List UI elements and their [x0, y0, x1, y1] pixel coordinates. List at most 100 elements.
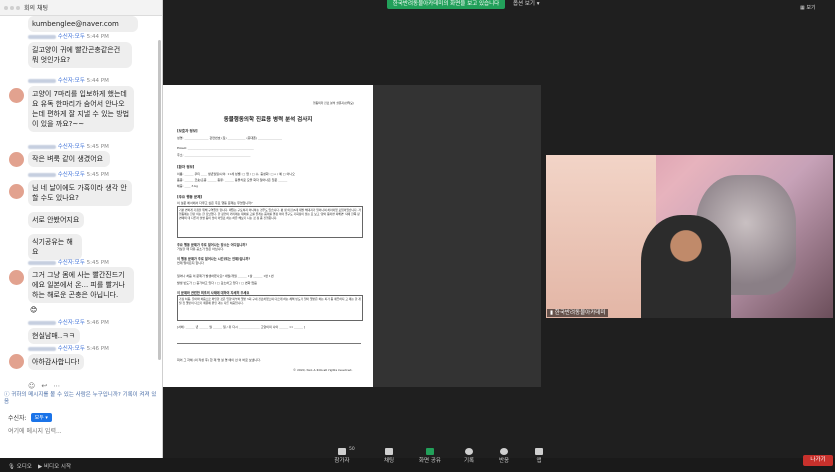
chevron-down-icon: ▾	[45, 415, 48, 421]
grid-icon: ▦	[800, 5, 805, 11]
participant-name: 한국반려동물아카데미	[554, 310, 606, 316]
patient-name-line: 이름: ______ 쿠티 ____ 생년월일/나이: 11세 성별: □ 암 …	[177, 172, 295, 176]
message-time: 5:45 PM	[86, 144, 109, 150]
message-meta: 수신자:모두 5:45 PM	[28, 142, 109, 150]
chat-message-list[interactable]: kumbenglee@naver.com 수신자:모두 5:44 PM 길고양이…	[0, 16, 162, 392]
recipient: 수신자:모두	[57, 144, 85, 150]
recipient-row: 수신자: 모두 ▾	[8, 413, 52, 422]
chat-tools: ☺ ↩ ⋯	[28, 382, 60, 390]
share-screen-label: 화면 공유	[419, 458, 441, 464]
message-meta: 수신자:모두 5:45 PM	[28, 170, 109, 178]
message-bubble: 님 네 날이에도 가혹이라 생각 안 할 수도 있나요?	[28, 180, 132, 206]
participants-button[interactable]: 참가자 50	[325, 447, 359, 464]
avatar	[9, 270, 24, 285]
message-meta: 수신자:모두 5:46 PM	[28, 318, 109, 326]
reactions-label: 반응	[498, 458, 510, 464]
message-meta: 수신자:모두 5:46 PM	[28, 344, 109, 352]
audio-label: 오디오	[16, 464, 32, 470]
sender-name	[28, 260, 56, 265]
recipient-dropdown[interactable]: 모두 ▾	[30, 413, 52, 422]
leave-button[interactable]: 나가기	[803, 455, 833, 466]
record-label: 기록	[463, 458, 475, 464]
owner-name-line: 성명: ________________ 관련번호 (집) __________…	[177, 136, 283, 140]
apps-label: 앱	[536, 458, 542, 464]
record-button[interactable]: 기록	[452, 448, 486, 464]
problem-answer: 기분 변하게 기침을 위해 구역질을 합니다. 패밀는 구토하지 아니하는 경우…	[179, 208, 361, 220]
chat-button[interactable]: 채팅	[372, 448, 406, 464]
recipient: 수신자:모두	[57, 346, 85, 352]
share-screen-icon	[426, 448, 434, 455]
recipient: 수신자:모두	[57, 260, 85, 266]
message-meta: 수신자:모두 5:44 PM	[28, 76, 109, 84]
message-bubble: 작은 벼룩 같이 생겼어요	[28, 151, 110, 167]
video-background	[546, 155, 656, 318]
chat-title: 회의 채팅	[24, 5, 48, 12]
message-bubble: 서로 안봤어지요	[28, 212, 84, 228]
avatar	[9, 88, 24, 103]
chat-message-input[interactable]	[8, 425, 154, 437]
chevron-down-icon: ▾	[536, 1, 540, 7]
address-line: 주소: ____________________________________…	[177, 153, 251, 157]
zoom-dot[interactable]	[16, 5, 20, 10]
recipient: 수신자:모두	[57, 320, 85, 326]
sender-name	[28, 172, 56, 177]
video-start-button[interactable]: ▶ 비디오 시작	[38, 462, 71, 470]
breed-line: 품종: ______ 코숏/혼종 ______ 종류: ______ 동물치료 …	[177, 178, 288, 182]
view-options-button[interactable]: 옵션 보기 ▾	[513, 0, 540, 9]
document-title: 동물행동의학 진료용 병력 분석 검사지	[223, 117, 313, 123]
problem-question: 이 설문 에서에서 다루고 싶은 주요 행동 문제는 무엇입니까?	[177, 201, 253, 205]
message-time: 5:45 PM	[86, 172, 109, 178]
first-case-answer: 가장 처음, 들어와 처음으로 확인한 것은 입양 피부하 몇번 5회 구내 진…	[179, 297, 361, 305]
audio-button[interactable]: 🎙 오디오	[8, 462, 32, 470]
more-icon[interactable]: ⋯	[53, 382, 60, 390]
sender-name	[28, 78, 56, 83]
shared-document: 행동의학 진료 분석 설문지(반려묘) 동물행동의학 진료용 병력 분석 검사지…	[163, 85, 373, 387]
screen-share-banner: 한국반려동물아카데미의 화면을 보고 있습니다	[387, 0, 505, 9]
participant-video	[641, 215, 731, 318]
participants-count: 50	[349, 447, 355, 452]
view-label: 보기	[806, 5, 816, 11]
message-time: 5:44 PM	[86, 78, 109, 84]
avatar	[9, 184, 24, 199]
close-dot[interactable]	[4, 5, 8, 10]
message-bubble: 고양이 7마리를 입보하게 했는데요 유독 한마리가 숨어서 안나오는데 편하게…	[28, 86, 134, 132]
info-icon: ⓘ	[4, 392, 10, 398]
problem-answer-box: 기분 변하게 기침을 위해 구역질을 합니다. 패밀는 구토하지 아니하는 경우…	[177, 206, 363, 238]
chat-panel: 회의 채팅 kumbenglee@naver.com 수신자:모두 5:44 P…	[0, 0, 163, 458]
patient-section: [환자 정보]	[177, 165, 195, 169]
question-onset: 일어나 처음 이 문제가 발생하였나요? 세월/개월 ______ 1살 ___…	[177, 274, 274, 278]
minimize-dot[interactable]	[10, 5, 14, 10]
frequency-line: 발생 빈도가 □ 증가하고 있다 / □ 감소하고 있다 / □ 변화 없음	[177, 281, 257, 285]
message-time: 5:46 PM	[86, 346, 109, 352]
apps-button[interactable]: 앱	[522, 448, 556, 464]
visibility-warning: ⓘ 귀하의 메시지를 볼 수 있는 사람은 누구입니까? 기록이 켜져 있음	[4, 392, 158, 406]
reply-icon[interactable]: ↩	[41, 382, 47, 390]
reaction-icon[interactable]: ☺	[28, 382, 35, 390]
microphone-icon: 🎙	[8, 464, 15, 470]
message-time: 5:46 PM	[86, 320, 109, 326]
message-time: 5:45 PM	[86, 260, 109, 266]
weight-line: 체중: ____ 3 kg	[177, 184, 199, 188]
message-bubble: 현실남매..ㅋㅋ	[28, 328, 80, 344]
apps-icon	[535, 448, 543, 455]
recipient: 수신자:모두	[57, 78, 85, 84]
recipient-value: 모두	[34, 415, 44, 421]
signal-icon: ▮	[550, 310, 554, 316]
shared-screen-background	[373, 85, 541, 387]
message-bubble: 그거 그냥 몸에 사는 빨간진드기에요 일본에서 온... 피를 빨거나 하는 …	[28, 267, 134, 303]
email-line: Email: _________________________________…	[177, 146, 254, 150]
video-tile[interactable]	[546, 155, 833, 318]
recipient-label: 수신자:	[8, 415, 27, 422]
smile-icon	[500, 448, 508, 455]
sender-name	[28, 144, 56, 149]
chat-scrollbar[interactable]	[158, 40, 161, 360]
share-screen-button[interactable]: 화면 공유	[413, 448, 447, 464]
warning-text: 귀하의 메시지를 볼 수 있는 사람은 누구입니까? 기록이 켜져 있음	[4, 392, 157, 405]
reactions-button[interactable]: 반응	[487, 448, 521, 464]
document-header: 행동의학 진료 분석 설문지(반려묘)	[313, 101, 354, 105]
sender-name	[28, 320, 56, 325]
avatar	[9, 354, 24, 369]
participants-label: 참가자	[334, 458, 350, 464]
view-button[interactable]: ▦ 보기	[800, 4, 816, 11]
window-controls[interactable]	[4, 5, 20, 10]
